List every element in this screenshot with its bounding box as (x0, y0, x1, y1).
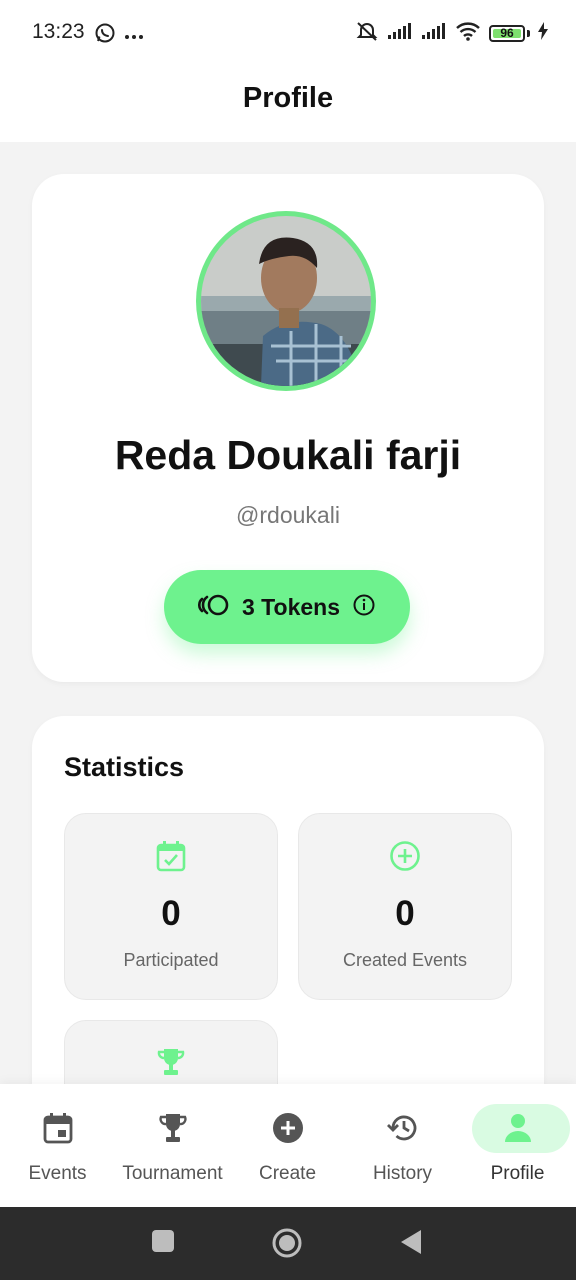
signal-icon (421, 22, 447, 45)
statistics-title: Statistics (64, 752, 185, 782)
stat-value: 0 (395, 894, 415, 933)
tokens-button[interactable]: 3 Tokens (164, 570, 410, 644)
wifi-icon (455, 21, 481, 46)
info-icon[interactable] (352, 593, 376, 622)
bottom-navigation: Events Tournament Create History Profile (0, 1084, 576, 1207)
plus-circle-icon (389, 840, 421, 877)
more-notifications-icon (124, 27, 144, 45)
statistics-card: Statistics 0 Participated 0 Created Even… (32, 716, 544, 1207)
status-time: 13:23 (32, 20, 85, 43)
charging-icon (538, 22, 548, 45)
nav-item-history[interactable]: History (345, 1104, 460, 1194)
nav-label: Profile (490, 1163, 545, 1184)
nav-item-create[interactable]: Create (230, 1104, 345, 1194)
back-button[interactable] (399, 1229, 423, 1260)
user-handle: @rdoukali (236, 502, 340, 528)
calendar-icon (43, 1112, 73, 1149)
tokens-label: 3 Tokens (242, 593, 340, 620)
recent-apps-button[interactable] (151, 1229, 175, 1258)
user-name: Reda Doukali farji (114, 432, 462, 478)
profile-card: Reda Doukali farji @rdoukali 3 Tokens (32, 174, 544, 682)
page-title: Profile (242, 82, 334, 114)
muted-bell-icon (355, 20, 379, 47)
app-header: Profile (0, 66, 576, 142)
stat-label: Participated (123, 950, 219, 970)
system-navigation-bar (0, 1207, 576, 1280)
trophy-icon (156, 1047, 186, 1082)
history-icon (386, 1112, 420, 1149)
nav-item-profile[interactable]: Profile (460, 1104, 575, 1194)
battery-indicator: 96 (489, 25, 525, 42)
stat-label: Created Events (342, 950, 468, 970)
stat-tile-participated[interactable]: 0 Participated (64, 813, 278, 1000)
nav-item-tournament[interactable]: Tournament (115, 1104, 230, 1194)
status-bar: 13:23 96 (0, 0, 576, 66)
calendar-check-icon (156, 840, 186, 877)
signal-icon (387, 22, 413, 45)
avatar[interactable] (201, 216, 371, 386)
stat-value: 0 (161, 894, 181, 933)
nav-item-events[interactable]: Events (0, 1104, 115, 1194)
whatsapp-icon (94, 22, 116, 49)
person-icon (503, 1112, 533, 1149)
trophy-icon (158, 1112, 188, 1149)
stat-tile-created-events[interactable]: 0 Created Events (298, 813, 512, 1000)
battery-level: 96 (500, 26, 514, 40)
avatar-ring (196, 211, 376, 391)
plus-circle-icon (272, 1112, 304, 1149)
coins-icon (198, 593, 230, 622)
home-button[interactable] (271, 1227, 303, 1264)
